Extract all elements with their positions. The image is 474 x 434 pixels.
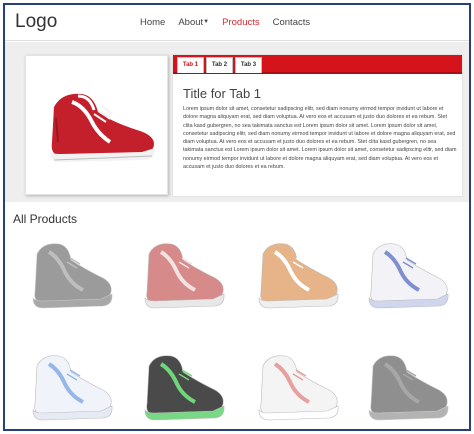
blue-white-sneaker-icon [368,243,449,309]
tab-content-body: Lorem ipsum dolor sit amet, consetetur s… [183,106,457,171]
tab-content-title: Title for Tab 1 [183,86,262,101]
browser-frame: Logo Home About▼ Products Contacts Tab 1… [3,3,471,431]
main-nav: Home About▼ Products Contacts [140,17,323,28]
product-card[interactable] [357,236,457,321]
tab-strip: Tab 1 Tab 2 Tab 3 [173,55,462,74]
grey-sneaker-icon [32,243,113,309]
orange-sneaker-icon [258,243,339,309]
site-logo[interactable]: Logo [15,11,57,33]
white-red-sneaker-icon [258,355,339,421]
product-card[interactable] [21,236,121,321]
product-card[interactable] [133,236,233,321]
nav-contacts[interactable]: Contacts [273,17,311,28]
nav-home[interactable]: Home [140,17,165,28]
nav-products[interactable]: Products [222,17,260,28]
product-card[interactable] [133,348,233,429]
nav-about-label: About [178,17,204,28]
all-products-heading: All Products [13,212,78,226]
light-blue-sneaker-icon [32,355,113,421]
tab-2[interactable]: Tab 2 [206,57,233,73]
red-sneaker-icon [144,243,225,309]
product-card[interactable] [21,348,121,429]
dropdown-caret-icon: ▼ [203,19,210,25]
green-black-sneaker-icon [144,355,225,421]
product-card[interactable] [357,348,457,429]
product-card[interactable] [247,236,347,321]
red-sneaker-icon [50,93,156,162]
tab-panel: Tab 1 Tab 2 Tab 3 Title for Tab 1 Lorem … [172,54,463,197]
nav-about[interactable]: About▼ [178,17,209,28]
featured-section: Tab 1 Tab 2 Tab 3 Title for Tab 1 Lorem … [5,42,469,202]
product-card[interactable] [247,348,347,429]
tab-3[interactable]: Tab 3 [235,57,262,73]
tab-1[interactable]: Tab 1 [177,57,204,73]
dark-grey-sneaker-icon [368,355,449,421]
featured-product-image[interactable] [25,55,168,195]
top-navbar: Logo Home About▼ Products Contacts [5,5,469,41]
